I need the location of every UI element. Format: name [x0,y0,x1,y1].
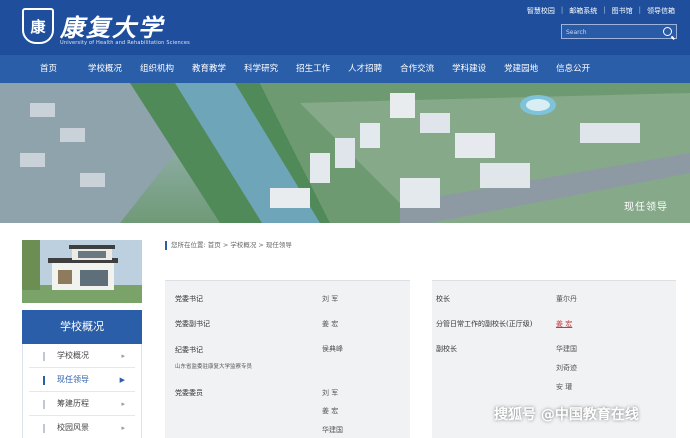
university-logo-emblem[interactable]: 康 [22,8,54,44]
search-input[interactable] [566,26,656,38]
nav-recruitment[interactable]: 人才招聘 [339,55,391,83]
separator: | [638,6,641,14]
nav-cooperation[interactable]: 合作交流 [391,55,443,83]
top-link-library[interactable]: 图书馆 [612,6,633,16]
separator: | [603,6,606,14]
sidebar-item-label: 筹建历程 [57,399,89,408]
nav-about[interactable]: 学校概况 [79,55,131,83]
bullet-bar-icon [43,352,45,361]
campus-aerial-illustration [0,83,690,223]
role-title: 党委副书记 [175,320,210,328]
sidebar-item-about[interactable]: 学校概况 ▸ [29,344,135,368]
sidebar-item-label: 校园风景 [57,423,89,432]
top-link-email[interactable]: 邮箱系统 [569,6,597,16]
chevron-right-icon: ▸ [121,400,125,408]
sidebar-item-scenery[interactable]: 校园风景 ▸ [29,416,135,438]
sidebar-item-label: 现任领导 [57,375,89,384]
watermark: 搜狐号 @中国教育在线 [494,407,639,423]
leader-name[interactable]: 刘 军 [322,294,338,304]
sidebar-item-history[interactable]: 筹建历程 ▸ [29,392,135,416]
leader-name[interactable]: 华建国 [556,344,577,354]
top-links: 智慧校园 | 邮箱系统 | 图书馆 | 领导信箱 [527,6,675,16]
sidebar-house-image [22,240,142,303]
leader-name[interactable]: 董尔丹 [556,294,577,304]
bullet-bar-icon [43,400,45,409]
leader-name[interactable]: 姜 宏 [322,319,338,329]
search-icon[interactable] [663,27,672,36]
chevron-right-icon: ▸ [121,424,125,432]
nav-party[interactable]: 党建园地 [495,55,547,83]
site-header: 康 康复大学 University of Health and Rehabili… [0,0,690,55]
nav-organization[interactable]: 组织机构 [131,55,183,83]
leader-name[interactable]: 刘 军 [322,388,338,398]
nav-admissions[interactable]: 招生工作 [287,55,339,83]
house-illustration [22,240,142,303]
nav-home[interactable]: 首页 [0,55,79,83]
top-link-mailbox[interactable]: 领导信箱 [647,6,675,16]
leader-name[interactable]: 侯典峰 [322,344,343,354]
campus-banner-image: 现任领导 [0,83,690,223]
banner-caption: 现任领导 [624,202,668,213]
sidebar-item-label: 学校概况 [57,351,89,360]
sidebar-item-current-leaders[interactable]: 现任领导 ▶ [29,368,135,392]
leader-name-link[interactable]: 姜 宏 [556,319,572,329]
chevron-right-icon: ▸ [121,352,125,360]
role-note: 山东省监委驻康复大学监察专员 [175,364,253,370]
party-leaders-panel: 党委书记 刘 军 党委副书记 姜 宏 纪委书记 侯典峰 山东省监委驻康复大学监察… [165,280,410,438]
role-title: 纪委书记 [175,346,203,354]
leader-name[interactable]: 华建国 [322,425,343,435]
main-nav: 首页 学校概况 组织机构 教育教学 科学研究 招生工作 人才招聘 合作交流 学科… [0,55,690,83]
role-title: 副校长 [436,345,457,353]
university-logo-text[interactable]: 康复大学 [60,8,164,43]
sidebar-menu: 学校概况 ▸ 现任领导 ▶ 筹建历程 ▸ 校园风景 ▸ [22,344,142,438]
leader-name[interactable]: 姜 宏 [322,406,338,416]
sidebar-title: 学校概况 [22,310,142,344]
separator: | [560,6,564,14]
leader-name[interactable]: 刘奇迹 [556,363,577,373]
nav-disciplines[interactable]: 学科建设 [443,55,495,83]
breadcrumb[interactable]: 您所在位置: 首页 > 学校概况 > 现任领导 [165,241,292,250]
bullet-bar-icon [43,424,45,433]
role-title: 校长 [436,295,450,303]
leader-name[interactable]: 安 瓘 [556,382,572,392]
bullet-bar-icon [43,376,45,385]
role-title: 党委书记 [175,295,203,303]
sidebar: 学校概况 学校概况 ▸ 现任领导 ▶ 筹建历程 ▸ 校园风景 ▸ [22,240,142,438]
role-title: 分管日常工作的副校长(正厅级) [436,320,533,328]
role-title: 党委委员 [175,389,203,397]
nav-disclosure[interactable]: 信息公开 [547,55,599,83]
university-english-name: University of Health and Rehabilitation … [60,40,190,46]
top-link-smart-campus[interactable]: 智慧校园 [527,6,555,16]
nav-education[interactable]: 教育教学 [183,55,235,83]
search-box [561,24,677,39]
chevron-right-icon: ▶ [119,376,125,384]
nav-research[interactable]: 科学研究 [235,55,287,83]
